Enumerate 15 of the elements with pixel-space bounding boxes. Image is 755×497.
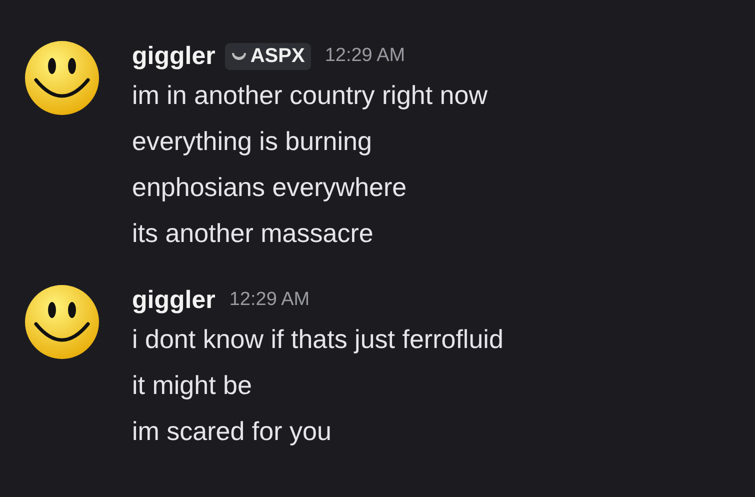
timestamp: 12:29 AM bbox=[324, 45, 406, 67]
message-text: im in another country right now bbox=[132, 79, 488, 112]
smiley-avatar[interactable] bbox=[24, 40, 100, 116]
tag-label: ASPX bbox=[250, 44, 305, 68]
message-text: everything is burning bbox=[132, 125, 373, 158]
username[interactable]: giggler bbox=[132, 42, 216, 70]
message-text: it might be bbox=[132, 369, 253, 402]
timestamp: 12:29 AM bbox=[229, 289, 310, 311]
message-text: im scared for you bbox=[132, 415, 332, 448]
message-text: enphosians everywhere bbox=[132, 171, 408, 204]
username[interactable]: giggler bbox=[132, 286, 216, 314]
message-text: its another massacre bbox=[132, 217, 374, 250]
message-text: i dont know if thats just ferrofluid bbox=[132, 323, 504, 356]
server-tag[interactable]: ASPX bbox=[225, 42, 311, 70]
smiley-avatar[interactable] bbox=[24, 284, 100, 360]
